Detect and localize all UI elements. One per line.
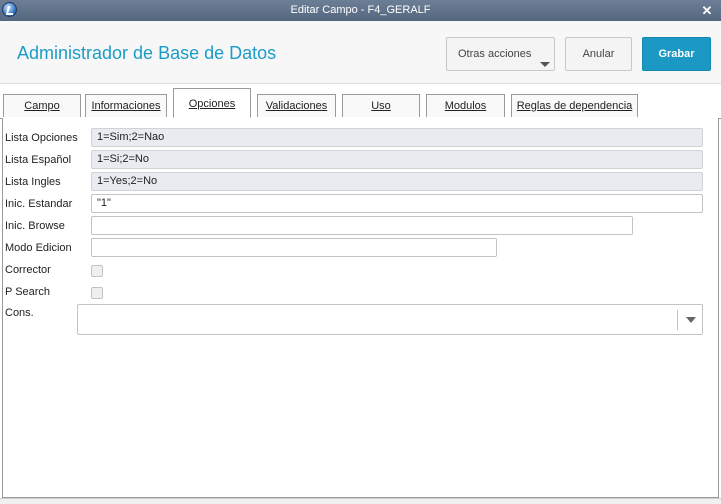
inic-estandar-label: Inic. Estandar <box>5 198 73 210</box>
close-icon[interactable]: ✕ <box>699 0 715 21</box>
inic-browse-field[interactable] <box>91 216 633 235</box>
chevron-down-icon <box>540 62 550 67</box>
p-search-checkbox[interactable] <box>91 287 103 299</box>
corrector-label: Corrector <box>5 264 51 276</box>
otras-acciones-button[interactable]: Otras acciones <box>446 37 555 71</box>
window-bottom-edge <box>0 498 721 504</box>
page-title: Administrador de Base de Datos <box>17 43 277 63</box>
grabar-button[interactable]: Grabar <box>642 37 711 71</box>
combo-separator <box>677 310 678 330</box>
tab-uso[interactable]: Uso <box>342 94 420 117</box>
tab-opciones[interactable]: Opciones <box>173 88 251 118</box>
lista-ingles-field[interactable]: 1=Yes;2=No <box>91 172 703 191</box>
otras-acciones-label: Otras acciones <box>458 48 532 60</box>
p-search-label: P Search <box>5 286 51 298</box>
tab-bar: Campo Informaciones Opciones Validacione… <box>0 84 721 119</box>
lista-ingles-label: Lista Ingles <box>5 176 61 188</box>
tab-informaciones[interactable]: Informaciones <box>85 94 167 117</box>
tab-campo[interactable]: Campo <box>3 94 81 117</box>
tab-validaciones[interactable]: Validaciones <box>257 94 336 117</box>
anular-button[interactable]: Anular <box>565 37 632 71</box>
chevron-down-icon[interactable] <box>686 317 696 323</box>
window-title: Editar Campo - F4_GERALF <box>290 4 431 16</box>
tab-modulos[interactable]: Modulos <box>426 94 505 117</box>
lista-opciones-field[interactable]: 1=Sim;2=Nao <box>91 128 703 147</box>
window-titlebar: Editar Campo - F4_GERALF ✕ <box>0 0 721 21</box>
tab-reglas-de-dependencia[interactable]: Reglas de dependencia <box>511 94 638 117</box>
lista-espanol-field[interactable]: 1=Si;2=No <box>91 150 703 169</box>
modo-edicion-field[interactable] <box>91 238 497 257</box>
lista-opciones-label: Lista Opciones <box>5 132 78 144</box>
modo-edicion-label: Modo Edicion <box>5 242 72 254</box>
inic-browse-label: Inic. Browse <box>5 220 65 232</box>
page-header: Administrador de Base de Datos Otras acc… <box>0 21 721 84</box>
lista-espanol-label: Lista Español <box>5 154 72 166</box>
cons-label: Cons. <box>5 307 34 319</box>
inic-estandar-field[interactable]: "1" <box>91 194 703 213</box>
cons-combobox[interactable] <box>77 304 703 335</box>
corrector-checkbox[interactable] <box>91 265 103 277</box>
